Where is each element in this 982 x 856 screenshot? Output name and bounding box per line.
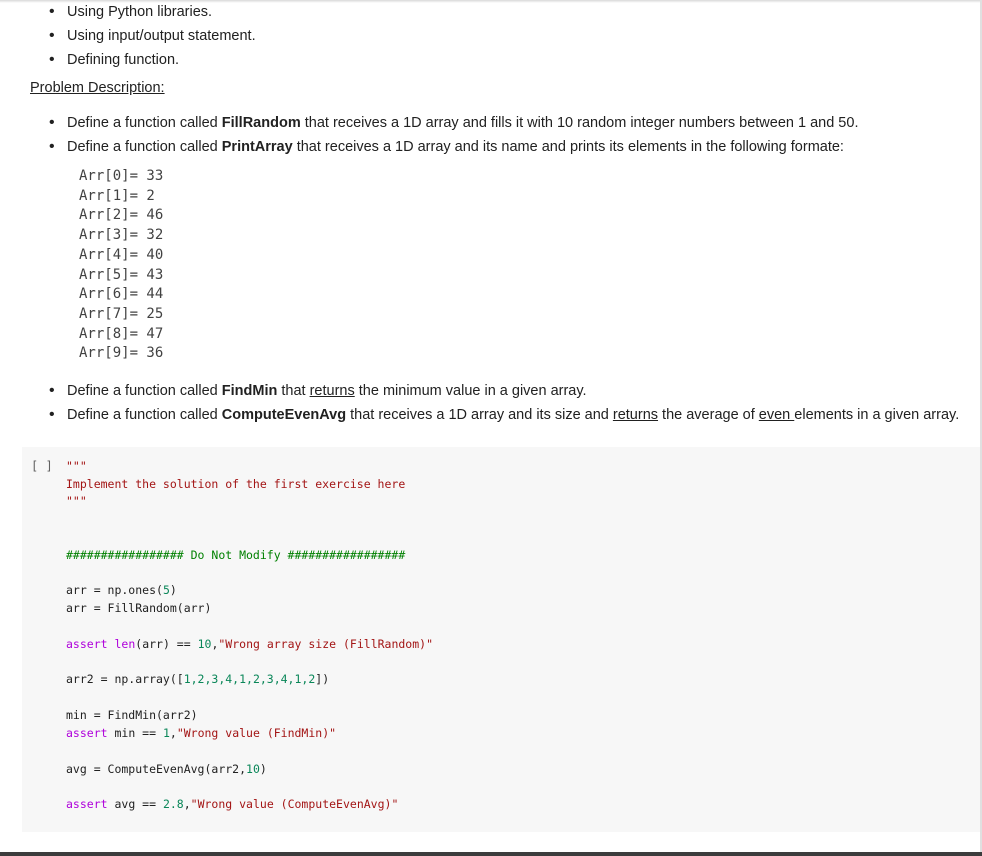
requirements-list: Define a function called FillRandom that… xyxy=(49,111,858,159)
output-line: Arr[8]= 47 xyxy=(79,325,164,342)
list-item-printarray: Define a function called PrintArray that… xyxy=(49,135,858,159)
code-line: arr = FillRandom(arr) xyxy=(66,601,212,615)
taskbar-edge xyxy=(0,852,982,856)
output-line: Arr[0]= 33 xyxy=(79,168,164,184)
list-item-computeevenavg: Define a function called ComputeEvenAvg … xyxy=(49,403,959,427)
code-line: """ xyxy=(66,494,87,508)
run-cell-button[interactable]: [ ] xyxy=(31,459,53,473)
objectives-list: Using Python libraries. Using input/outp… xyxy=(49,0,256,72)
code-line: assert avg == 2.8,"Wrong value (ComputeE… xyxy=(66,797,399,811)
code-line: arr = np.ones(5) xyxy=(66,583,177,597)
list-item: Using Python libraries. xyxy=(49,0,256,24)
code-line: Implement the solution of the first exer… xyxy=(66,477,406,491)
requirements-list-continued: Define a function called FindMin that re… xyxy=(49,379,959,427)
output-line: Arr[5]= 43 xyxy=(79,266,164,283)
code-line: min = FindMin(arr2) xyxy=(66,708,198,722)
code-line: assert len(arr) == 10,"Wrong array size … xyxy=(66,637,434,651)
output-line: Arr[9]= 36 xyxy=(79,345,164,362)
output-line: Arr[2]= 46 xyxy=(79,207,164,224)
function-name: FillRandom xyxy=(221,115,301,131)
output-line: Arr[7]= 25 xyxy=(79,305,164,322)
output-line: Arr[3]= 32 xyxy=(79,227,164,244)
list-item-findmin: Define a function called FindMin that re… xyxy=(49,379,959,403)
code-line: """ xyxy=(66,459,87,473)
list-item: Using input/output statement. xyxy=(49,24,256,48)
list-item-fillrandom: Define a function called FillRandom that… xyxy=(49,111,858,135)
list-item: Defining function. xyxy=(49,48,256,72)
function-name: ComputeEvenAvg xyxy=(221,407,347,423)
output-line: Arr[4]= 40 xyxy=(79,246,164,263)
output-line: Arr[6]= 44 xyxy=(79,286,164,303)
example-output: Arr[0]= 33 Arr[1]= 2 Arr[2]= 46 Arr[3]= 32 A… xyxy=(79,167,163,364)
code-line: assert min == 1,"Wrong value (FindMin)" xyxy=(66,726,337,740)
problem-description-heading: Problem Description: xyxy=(30,80,165,96)
output-line: Arr[1]= 2 xyxy=(79,187,155,204)
code-line: ################# Do Not Modify ########… xyxy=(66,548,406,562)
code-line: avg = ComputeEvenAvg(arr2,10) xyxy=(66,762,267,776)
function-name: PrintArray xyxy=(221,139,293,155)
function-name: FindMin xyxy=(221,383,278,399)
code-line: arr2 = np.array([1,2,3,4,1,2,3,4,1,2]) xyxy=(66,672,330,686)
